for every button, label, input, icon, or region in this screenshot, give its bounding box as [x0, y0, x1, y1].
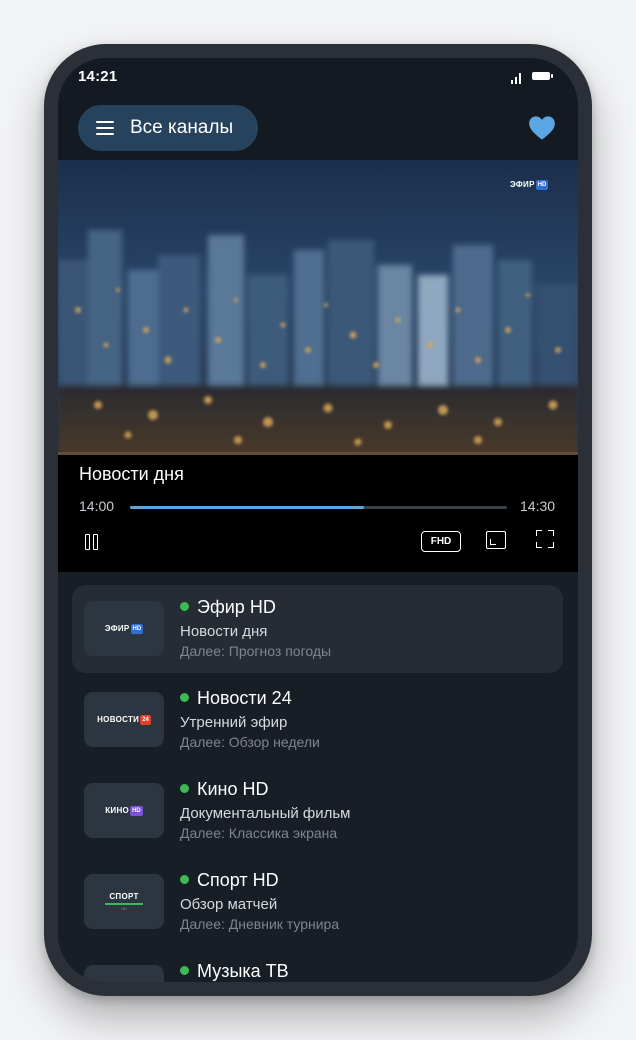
channel-item[interactable]: НОВОСТИ 24 Новости 24 Утренний эфир Дале… — [72, 676, 563, 764]
channel-logo-badge: HD — [130, 623, 144, 634]
progress-fill — [130, 506, 364, 509]
channel-name-text: Новости 24 — [197, 688, 292, 708]
fullscreen-icon[interactable] — [536, 530, 554, 548]
live-dot-icon — [180, 966, 189, 975]
channel-logo: НОВОСТИ 24 — [84, 692, 164, 747]
live-dot-icon — [180, 784, 189, 793]
channel-item[interactable]: ЭФИР HD Эфир HD Новости дня Далее: Прогн… — [72, 585, 563, 673]
program-title: Новости дня — [79, 464, 184, 484]
channel-list: ЭФИР HD Эфир HD Новости дня Далее: Прогн… — [58, 572, 578, 982]
logo-underline — [105, 903, 143, 905]
sport-logo-mark: СПОРТ HD — [105, 892, 143, 911]
channel-logo-text: СПОРТ — [109, 892, 139, 901]
city-night-image — [58, 160, 578, 455]
live-dot-icon — [180, 693, 189, 702]
channel-program: Утренний эфир — [180, 714, 288, 731]
video-frame[interactable]: ЭФИР HD — [58, 160, 578, 455]
channel-next: Далее: Классика экрана — [180, 825, 338, 841]
start-time: 14:00 — [79, 498, 115, 514]
channel-logo: СПОРТ HD — [84, 874, 164, 929]
channel-program: Документальный фильм — [180, 805, 351, 822]
channel-logo: ЭФИР HD — [84, 601, 164, 656]
menu-icon — [96, 121, 114, 135]
channel-name: Эфир HD — [180, 597, 276, 618]
pause-icon[interactable] — [85, 534, 99, 550]
channel-logo-badge: 24 — [140, 714, 151, 725]
app-screen: 14:21 Все каналы ЭФИР HD Новости дня 14:… — [58, 58, 578, 982]
channel-name-text: Кино HD — [197, 779, 269, 799]
channel-item[interactable]: Музыка ТВ — [72, 949, 563, 982]
channel-program: Новости дня — [180, 623, 268, 640]
channel-logo-sub: HD — [121, 906, 127, 911]
status-time: 14:21 — [78, 68, 118, 85]
channel-name: Новости 24 — [180, 688, 292, 709]
channel-item[interactable]: СПОРТ HD Спорт HD Обзор матчей Далее: Дн… — [72, 858, 563, 946]
channel-name: Спорт HD — [180, 870, 279, 891]
channel-program: Обзор матчей — [180, 896, 278, 913]
channel-name-text: Эфир HD — [197, 597, 276, 617]
heart-icon[interactable] — [528, 115, 556, 141]
channel-logo-text: ЭФИР — [104, 624, 130, 633]
channel-name: Музыка ТВ — [180, 961, 289, 982]
player-controls: Новости дня 14:00 14:30 FHD — [58, 455, 578, 572]
channel-logo: КИНО HD — [84, 783, 164, 838]
channel-name: Кино HD — [180, 779, 269, 800]
quality-button[interactable]: FHD — [421, 531, 461, 552]
channel-next: Далее: Прогноз погоды — [180, 643, 332, 659]
watermark-name: ЭФИР — [510, 180, 535, 189]
channel-logo — [84, 965, 164, 982]
channel-watermark: ЭФИР HD — [510, 179, 549, 190]
channel-name-text: Музыка ТВ — [197, 961, 289, 981]
progress-bar[interactable] — [130, 506, 507, 509]
channel-item[interactable]: КИНО HD Кино HD Документальный фильм Дал… — [72, 767, 563, 855]
channel-logo-text: КИНО — [105, 806, 130, 815]
channel-next: Далее: Обзор недели — [180, 734, 320, 750]
aspect-ratio-icon[interactable] — [486, 531, 506, 549]
status-bar: 14:21 — [58, 58, 578, 98]
live-dot-icon — [180, 602, 189, 611]
all-channels-button[interactable]: Все каналы — [78, 105, 258, 151]
phone-frame: 14:21 Все каналы ЭФИР HD Новости дня 14:… — [44, 44, 592, 996]
live-dot-icon — [180, 875, 189, 884]
channel-next: Далее: Дневник турнира — [180, 916, 340, 932]
channel-logo-badge: HD — [130, 805, 143, 816]
signal-icon — [511, 72, 525, 84]
channel-name-text: Спорт HD — [197, 870, 279, 890]
all-channels-label: Все каналы — [130, 117, 234, 138]
battery-icon — [532, 72, 553, 80]
channel-logo-text: НОВОСТИ — [97, 715, 140, 724]
watermark-badge: HD — [535, 179, 549, 190]
end-time: 14:30 — [520, 498, 556, 514]
